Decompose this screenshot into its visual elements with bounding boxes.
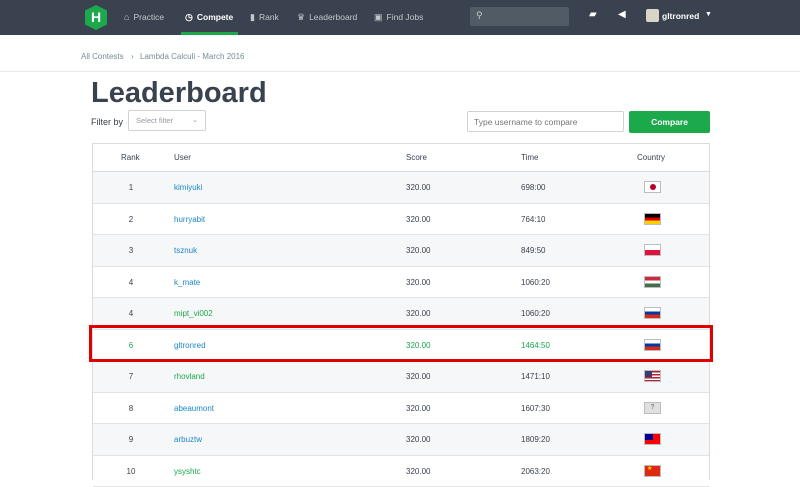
time-cell: 1060:20 (521, 278, 550, 287)
score-cell: 320.00 (406, 278, 430, 287)
score-cell: 320.00 (406, 435, 430, 444)
poland-flag-icon (644, 244, 661, 256)
leaderboard-table: Rank User Score Time Country 1 kimiyuki … (92, 143, 710, 480)
user-link[interactable]: ysyshtc (174, 467, 201, 476)
user-link[interactable]: tsznuk (174, 246, 197, 255)
user-link[interactable]: abeaumont (174, 404, 214, 413)
japan-flag-icon (644, 181, 661, 193)
table-row: 4 k_mate 320.00 1060:20 (93, 267, 709, 299)
time-cell: 698:00 (521, 183, 545, 192)
time-cell: 849:50 (521, 246, 545, 255)
table-row: 2 hurryabit 320.00 764:10 (93, 204, 709, 236)
table-row: 3 tsznuk 320.00 849:50 (93, 235, 709, 267)
score-cell: 320.00 (406, 404, 430, 413)
rank-cell: 4 (93, 309, 169, 318)
user-link[interactable]: arbuztw (174, 435, 202, 444)
header-user: User (174, 153, 191, 162)
score-cell: 320.00 (406, 246, 430, 255)
germany-flag-icon (644, 213, 661, 225)
header-country: Country (637, 153, 665, 162)
rank-cell: 10 (93, 467, 169, 476)
nav-practice[interactable]: ⌂Practice (124, 0, 164, 35)
table-row: 10 ysyshtc 320.00 2063:20 ★ (93, 456, 709, 487)
search-icon: ⚲ (476, 10, 483, 21)
compare-button[interactable]: Compare (629, 111, 710, 133)
username-menu[interactable]: gltronred (662, 0, 699, 35)
avatar[interactable] (646, 9, 659, 22)
user-link[interactable]: kimiyuki (174, 183, 202, 192)
table-row: 8 abeaumont 320.00 1607:30 ? (93, 393, 709, 425)
table-header: Rank User Score Time Country (93, 144, 709, 172)
time-cell: 1809:20 (521, 435, 550, 444)
user-link[interactable]: mipt_vi002 (174, 309, 213, 318)
table-row: 1 kimiyuki 320.00 698:00 (93, 172, 709, 204)
nav-find-jobs[interactable]: ▣Find Jobs (374, 0, 423, 35)
rank-cell: 4 (93, 278, 169, 287)
user-link[interactable]: rhovland (174, 372, 205, 381)
nav-rank[interactable]: ▮Rank (250, 0, 279, 35)
search-input[interactable]: ⚲ (470, 7, 569, 26)
chevron-down-icon: ⌄ (192, 111, 198, 130)
rank-icon: ▮ (250, 0, 255, 35)
score-cell: 320.00 (406, 215, 430, 224)
rank-cell: 7 (93, 372, 169, 381)
time-cell: 1607:30 (521, 404, 550, 413)
rank-cell: 9 (93, 435, 169, 444)
nav-leaderboard[interactable]: ♛Leaderboard (297, 0, 357, 35)
taiwan-flag-icon (644, 433, 661, 445)
filter-select[interactable]: Select filter ⌄ (128, 110, 206, 131)
header-time: Time (521, 153, 538, 162)
briefcase-icon: ▣ (374, 0, 383, 35)
time-cell: 764:10 (521, 215, 545, 224)
rank-cell: 2 (93, 215, 169, 224)
clock-icon: ◷ (185, 0, 193, 35)
rank-cell: 8 (93, 404, 169, 413)
score-cell: 320.00 (406, 372, 430, 381)
chevron-right-icon: › (131, 52, 134, 61)
unknown-flag-icon: ? (644, 402, 661, 414)
time-cell: 1471:10 (521, 372, 550, 381)
home-icon: ⌂ (124, 0, 129, 35)
nav-compete[interactable]: ◷Compete (185, 0, 233, 35)
breadcrumb-all-contests[interactable]: All Contests (81, 52, 124, 61)
compare-username-input[interactable] (467, 111, 624, 132)
breadcrumb: All Contests › Lambda Calculi - March 20… (0, 35, 800, 72)
rank-cell: 1 (93, 183, 169, 192)
breadcrumb-contest[interactable]: Lambda Calculi - March 2016 (140, 52, 245, 61)
usa-flag-icon (644, 370, 661, 382)
user-link[interactable]: k_mate (174, 278, 200, 287)
filter-label: Filter by (91, 117, 123, 127)
russia-flag-icon (644, 307, 661, 319)
time-cell: 1060:20 (521, 309, 550, 318)
table-row: 9 arbuztw 320.00 1809:20 (93, 424, 709, 456)
current-user-highlight (89, 325, 713, 362)
table-row: 7 rhovland 320.00 1471:10 (93, 361, 709, 393)
messages-icon[interactable]: ▰ (589, 9, 597, 20)
user-link[interactable]: hurryabit (174, 215, 205, 224)
header-rank: Rank (121, 153, 140, 162)
hungary-flag-icon (644, 276, 661, 288)
page-title: Leaderboard (91, 77, 267, 110)
score-cell: 320.00 (406, 309, 430, 318)
notifications-icon[interactable]: ◀ (618, 9, 626, 20)
top-navbar: H ⌂Practice ◷Compete ▮Rank ♛Leaderboard … (0, 0, 800, 35)
score-cell: 320.00 (406, 183, 430, 192)
header-score: Score (406, 153, 427, 162)
hackerrank-logo[interactable]: H (85, 5, 107, 30)
chevron-down-icon[interactable]: ▼ (705, 11, 712, 18)
trophy-icon: ♛ (297, 0, 305, 35)
score-cell: 320.00 (406, 467, 430, 476)
time-cell: 2063:20 (521, 467, 550, 476)
china-flag-icon: ★ (644, 465, 661, 477)
rank-cell: 3 (93, 246, 169, 255)
